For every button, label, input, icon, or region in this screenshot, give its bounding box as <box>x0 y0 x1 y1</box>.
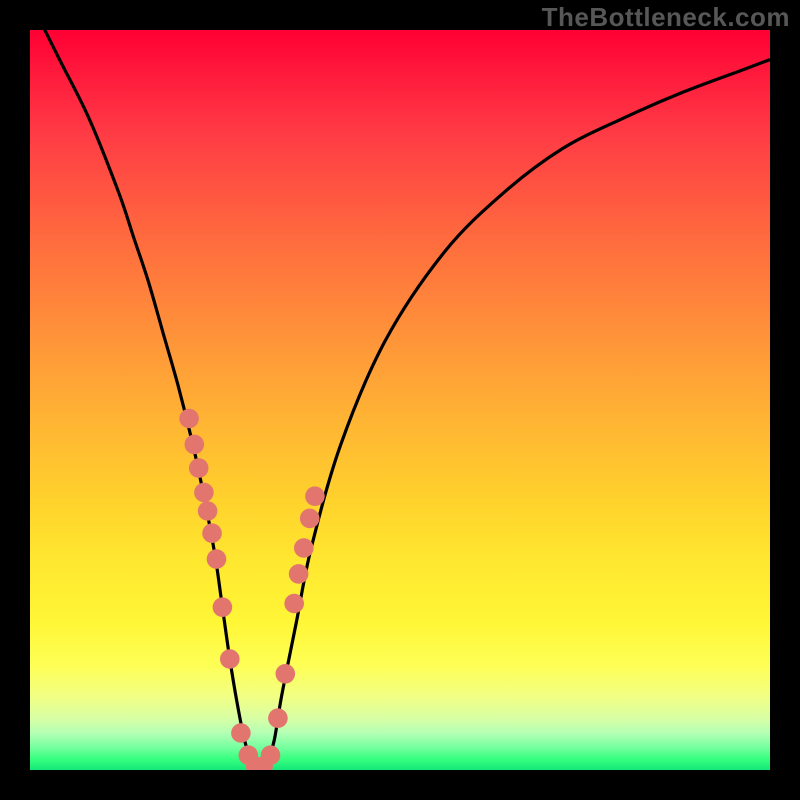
marker-dot <box>305 486 325 506</box>
curve-svg <box>30 30 770 770</box>
marker-dot <box>189 458 209 478</box>
marker-dot <box>220 649 240 669</box>
marker-dot <box>179 409 199 429</box>
marker-dot <box>194 483 214 503</box>
marker-dot <box>213 597 233 617</box>
plot-area <box>30 30 770 770</box>
marker-dot <box>294 538 314 558</box>
marker-dot <box>184 435 204 455</box>
marker-dot <box>231 723 251 743</box>
bottleneck-curve <box>30 30 770 770</box>
marker-dot <box>261 745 281 765</box>
marker-dot <box>268 708 288 728</box>
marker-dot <box>276 664 296 684</box>
watermark-text: TheBottleneck.com <box>542 2 790 33</box>
marker-dot <box>289 564 309 584</box>
marker-dot <box>198 501 218 521</box>
marker-dot <box>202 523 222 543</box>
marker-dot <box>284 594 304 614</box>
marker-dot <box>300 509 320 529</box>
marker-dot <box>207 549 227 569</box>
chart-frame: TheBottleneck.com <box>0 0 800 800</box>
